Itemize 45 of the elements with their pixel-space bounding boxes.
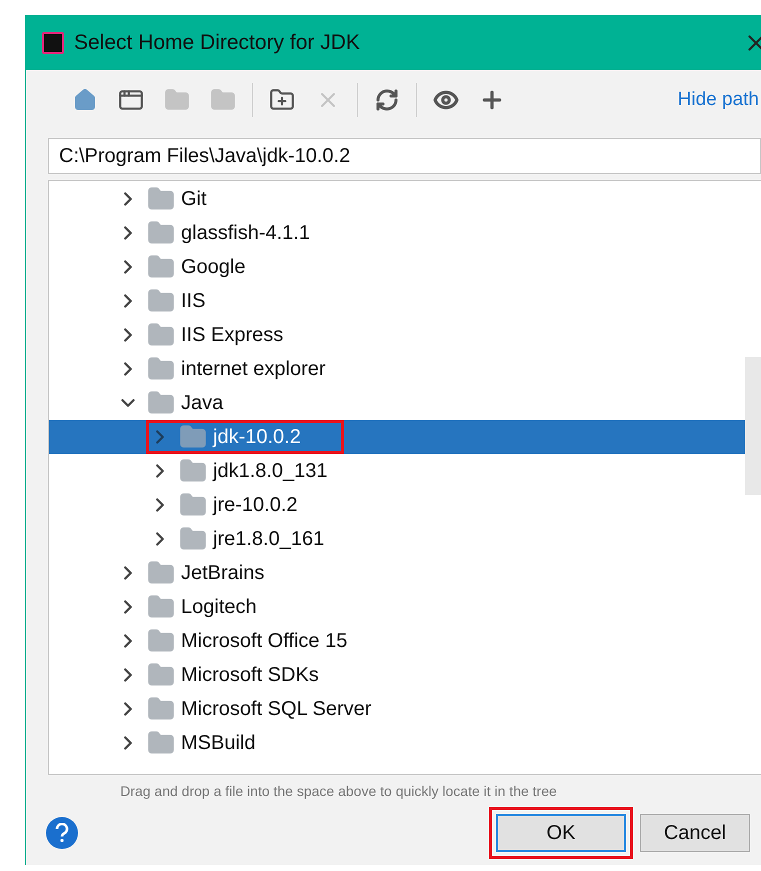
scrollbar-thumb[interactable] (745, 357, 761, 495)
tree-row[interactable]: Google (49, 250, 761, 284)
tree-row[interactable]: Java (49, 386, 761, 420)
tree-row[interactable]: Git (49, 182, 761, 216)
home-icon[interactable] (73, 88, 97, 112)
folder-name: internet explorer (181, 358, 326, 380)
tree-row[interactable]: jdk1.8.0_131 (49, 454, 761, 488)
folder-name: jre-10.0.2 (213, 494, 298, 516)
folder-name: Microsoft SDKs (181, 664, 319, 686)
app-logo-icon (42, 32, 64, 54)
tree-row[interactable]: jre-10.0.2 (49, 488, 761, 522)
tree-row[interactable]: Microsoft SQL Server (49, 692, 761, 726)
folder-name: IIS Express (181, 324, 284, 346)
folder-name: Google (181, 256, 246, 278)
folder-name: Java (181, 392, 224, 414)
dialog-button[interactable]: Cancel (640, 814, 750, 852)
hint-text: Drag and drop a file into the space above to quickly locate it in the tree (119, 783, 558, 799)
tree-row[interactable]: Microsoft SDKs (49, 658, 761, 692)
path-field[interactable]: C:\Program Files\Java\jdk-10.0.2 (48, 138, 761, 174)
tree-row[interactable]: internet explorer (49, 352, 761, 386)
dialog-button[interactable]: OK (496, 814, 626, 852)
folder-name: Microsoft Office 15 (181, 630, 348, 652)
new-folder-icon[interactable] (269, 87, 295, 113)
folder-name: jre1.8.0_161 (213, 528, 324, 550)
tree-row[interactable]: IIS (49, 284, 761, 318)
tree-row[interactable]: Logitech (49, 590, 761, 624)
hide-path-link[interactable]: Hide path (678, 89, 759, 111)
folder-name: JetBrains (181, 562, 264, 584)
tree-row[interactable]: Microsoft Office 15 (49, 624, 761, 658)
folder-name: glassfish-4.1.1 (181, 222, 310, 244)
tree-row[interactable]: JetBrains (49, 556, 761, 590)
tree-row[interactable]: IIS Express (49, 318, 761, 352)
tree-row[interactable]: glassfish-4.1.1 (49, 216, 761, 250)
folder-name: IIS (181, 290, 206, 312)
folder-name: Logitech (181, 596, 257, 618)
refresh-icon[interactable] (375, 88, 399, 112)
folder-name: Microsoft SQL Server (181, 698, 372, 720)
folder-name: Git (181, 188, 207, 210)
window-title: Select Home Directory for JDK (74, 30, 361, 54)
help-icon[interactable] (46, 817, 78, 849)
folder-name: jdk-10.0.2 (213, 426, 301, 448)
tree-row[interactable]: jre1.8.0_161 (49, 522, 761, 556)
folder-name: jdk1.8.0_131 (213, 460, 328, 482)
folder-name: MSBuild (181, 732, 256, 754)
tree-row[interactable]: MSBuild (49, 726, 761, 760)
